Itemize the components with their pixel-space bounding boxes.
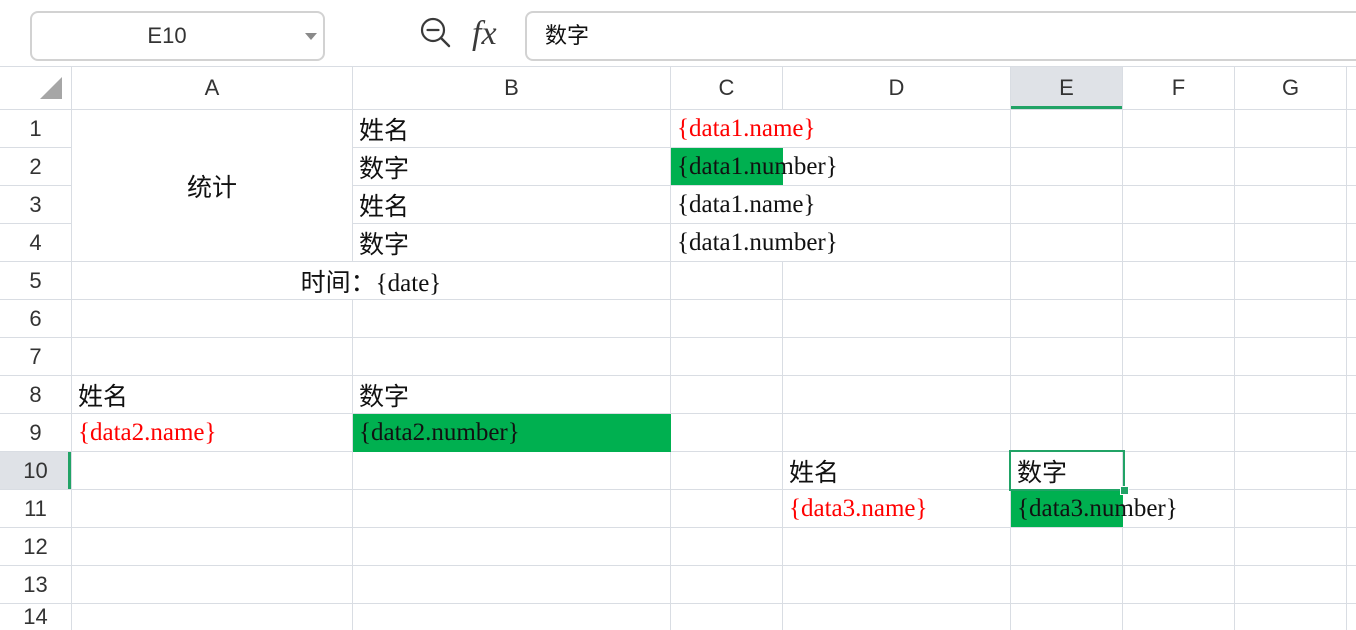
cell-E10[interactable]: 数字 (1011, 452, 1123, 490)
cell-text: 数字 (359, 384, 410, 411)
cell-text: {data3.number} (1017, 494, 1178, 522)
cell-text: {data1.number} (677, 228, 838, 256)
cell-text: {data1.name} (677, 114, 816, 142)
cell-text: {data1.name} (677, 190, 816, 218)
cell-B3[interactable]: 姓名 (353, 186, 671, 224)
cell-A1[interactable]: 统计 (72, 110, 353, 262)
cell-text: {data2.number} (359, 419, 520, 446)
cell-C2[interactable]: {data1.number} (671, 148, 1011, 186)
cell-B2[interactable]: 数字 (353, 148, 671, 186)
cell-text: 时间：{date} (300, 269, 442, 297)
cell-text: 统计 (186, 174, 237, 202)
cell-B1[interactable]: 姓名 (353, 110, 671, 148)
cell-E11[interactable]: {data3.number} (1011, 490, 1235, 528)
cell-B4[interactable]: 数字 (353, 224, 671, 262)
cell-text: {data2.name} (78, 419, 217, 446)
cell-C4[interactable]: {data1.number} (671, 224, 1011, 262)
cell-text: 姓名 (359, 118, 410, 145)
cell-text: {data3.name} (789, 495, 928, 522)
cell-layer: 统计 姓名 数字 姓名 数字 {data1.name} {data1.numbe… (0, 0, 1356, 630)
cell-D11[interactable]: {data3.name} (783, 490, 1011, 528)
cell-text: 数字 (359, 156, 410, 183)
cell-text: 数字 (359, 232, 410, 259)
cell-text: 姓名 (789, 460, 840, 487)
cell-text: 数字 (1017, 460, 1068, 487)
cell-D10[interactable]: 姓名 (783, 452, 1011, 490)
cell-text: 姓名 (359, 194, 410, 221)
cell-C1[interactable]: {data1.name} (671, 110, 1011, 148)
cell-C3[interactable]: {data1.name} (671, 186, 1011, 224)
cell-A5[interactable]: 时间：{date} (72, 262, 671, 300)
cell-text: 姓名 (78, 384, 129, 411)
cell-B9[interactable]: {data2.number} (353, 414, 671, 452)
cell-B8[interactable]: 数字 (353, 376, 671, 414)
cell-text: {data1.number} (677, 152, 838, 180)
cell-A9[interactable]: {data2.name} (72, 414, 353, 452)
cell-A8[interactable]: 姓名 (72, 376, 353, 414)
